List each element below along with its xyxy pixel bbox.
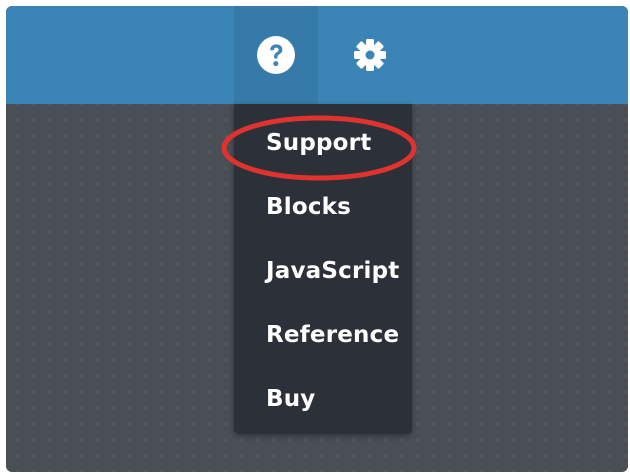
- menu-item-buy[interactable]: Buy: [234, 372, 412, 426]
- toolbar: [6, 6, 628, 104]
- menu-item-support[interactable]: Support: [234, 116, 412, 170]
- help-button[interactable]: [234, 6, 318, 104]
- menu-item-blocks[interactable]: Blocks: [234, 180, 412, 234]
- gear-icon: [354, 39, 386, 71]
- menu-item-javascript[interactable]: JavaScript: [234, 244, 412, 298]
- settings-button[interactable]: [328, 6, 412, 104]
- menu-item-reference[interactable]: Reference: [234, 308, 412, 362]
- editor-window: Support Blocks JavaScript Reference Buy: [6, 6, 628, 472]
- help-circle-icon: [257, 36, 295, 74]
- help-dropdown-menu: Support Blocks JavaScript Reference Buy: [234, 104, 412, 434]
